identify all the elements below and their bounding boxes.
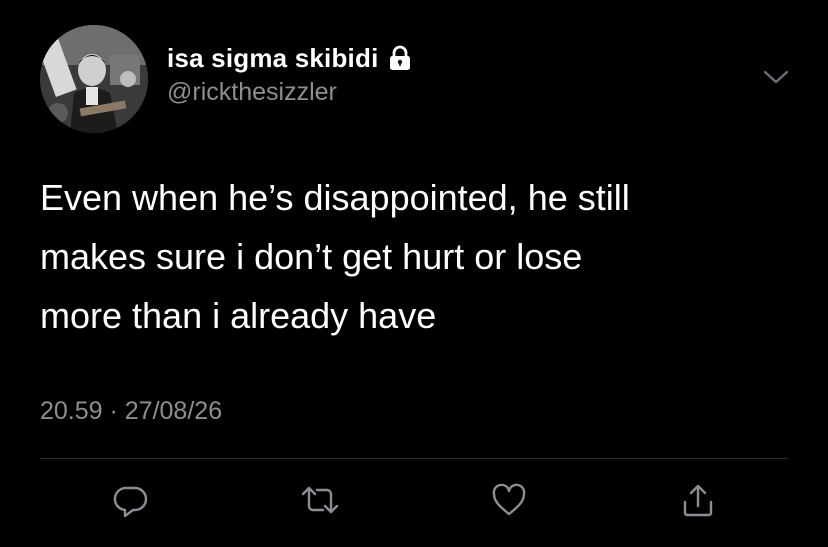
- user-info: isa sigma skibidi @rickthesizzler: [167, 42, 413, 107]
- share-button[interactable]: [676, 478, 720, 522]
- chevron-down-icon[interactable]: [763, 68, 789, 86]
- action-bar: [0, 478, 828, 528]
- heart-icon: [492, 483, 526, 516]
- lock-icon: [387, 45, 413, 71]
- display-name-row: isa sigma skibidi: [167, 42, 413, 74]
- tweet-text: Even when he’s disappointed, he still ma…: [40, 177, 630, 336]
- tweet-timestamp[interactable]: 20.59 · 27/08/26: [40, 397, 222, 426]
- share-icon: [683, 484, 713, 517]
- avatar[interactable]: [40, 25, 148, 133]
- retweet-button[interactable]: [298, 478, 342, 522]
- reply-button[interactable]: [109, 478, 153, 522]
- divider: [40, 458, 788, 459]
- like-button[interactable]: [487, 478, 531, 522]
- display-name[interactable]: isa sigma skibidi: [167, 43, 379, 74]
- profile-photo: [40, 25, 148, 133]
- user-handle[interactable]: @rickthesizzler: [167, 78, 413, 107]
- reply-icon: [113, 486, 148, 518]
- retweet-icon: [301, 486, 339, 514]
- tweet-card: isa sigma skibidi @rickthesizzler Even w…: [0, 0, 828, 547]
